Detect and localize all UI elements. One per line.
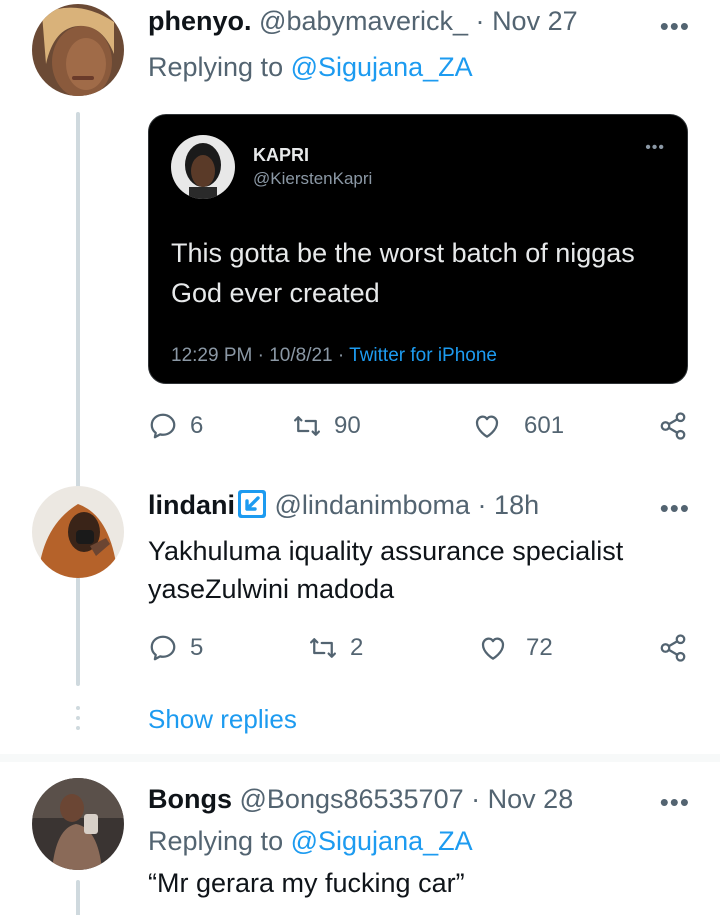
tweet-date[interactable]: Nov 28 [488, 784, 574, 814]
more-options-icon[interactable]: ••• [660, 789, 690, 815]
embedded-handle: @KierstenKapri [253, 169, 373, 188]
tweet-date[interactable]: Nov 27 [492, 6, 578, 36]
tweet-text: “Mr gerara my fucking car” [148, 868, 465, 898]
tweet-actions: 5 2 72 [148, 630, 693, 666]
share-button[interactable] [658, 408, 688, 444]
reply-button[interactable]: 5 [148, 630, 203, 666]
share-button[interactable] [658, 630, 688, 666]
user-handle[interactable]: @babymaverick_ [259, 6, 468, 36]
tweet-date[interactable]: 18h [494, 490, 539, 520]
tweet-phenyo[interactable]: phenyo. @babymaverick_ · Nov 27 ••• Repl… [0, 0, 720, 686]
thread-dots [76, 706, 80, 736]
user-handle[interactable]: @lindanimboma [275, 490, 471, 520]
replying-to-label: Replying to [148, 826, 284, 856]
tweet-bongs[interactable]: Bongs @Bongs86535707 · Nov 28 ••• Replyi… [0, 762, 720, 915]
reply-count: 5 [190, 634, 204, 661]
tweet-text: Yakhuluma iquality assurance specialist … [148, 532, 708, 608]
embedded-more-icon: ••• [645, 139, 665, 156]
reply-mention-link[interactable]: @Sigujana_ZA [291, 826, 473, 856]
show-replies-link[interactable]: Show replies [148, 704, 297, 735]
like-button[interactable]: 72 [478, 630, 553, 666]
reply-count: 6 [190, 412, 204, 439]
tweet-text-line: yaseZulwini madoda [148, 574, 395, 604]
embedded-timestamp: 12:29 PM · 10/8/21 · [171, 345, 350, 366]
display-name[interactable]: lindani [148, 490, 235, 520]
like-count: 72 [526, 634, 553, 661]
like-count: 601 [524, 412, 565, 439]
reply-button[interactable]: 6 [148, 408, 203, 444]
embedded-meta: 12:29 PM · 10/8/21 · Twitter for iPhone [171, 345, 497, 367]
like-button[interactable]: 601 [472, 408, 564, 444]
tweet-header: phenyo. @babymaverick_ · Nov 27 [148, 4, 578, 38]
embedded-tweet-image[interactable]: KAPRI @KierstenKapri ••• This gotta be t… [148, 114, 688, 384]
replying-to: Replying to @Sigujana_ZA [148, 824, 473, 858]
avatar[interactable] [32, 486, 124, 578]
avatar[interactable] [32, 4, 124, 96]
heart-icon [475, 415, 499, 438]
separator-dot: · [471, 784, 481, 814]
reply-icon [150, 413, 176, 439]
replying-to: Replying to @Sigujana_ZA [148, 50, 473, 84]
more-options-icon[interactable]: ••• [660, 13, 690, 39]
section-divider [0, 754, 720, 762]
avatar[interactable] [32, 778, 124, 870]
reply-mention-link[interactable]: @Sigujana_ZA [291, 52, 473, 82]
embedded-avatar [171, 135, 235, 199]
embedded-source: Twitter for iPhone [349, 345, 497, 366]
retweet-icon [310, 638, 336, 658]
embedded-display-name: KAPRI [253, 145, 310, 165]
share-icon [660, 634, 686, 662]
retweet-icon [294, 416, 320, 436]
verified-badge-icon [238, 490, 266, 518]
user-handle[interactable]: @Bongs86535707 [240, 784, 464, 814]
retweet-button[interactable]: 2 [308, 630, 363, 666]
heart-icon [481, 637, 505, 660]
reply-icon [150, 635, 176, 661]
tweet-actions: 6 90 601 [148, 408, 693, 444]
replying-to-label: Replying to [148, 52, 284, 82]
display-name[interactable]: Bongs [148, 784, 232, 814]
retweet-button[interactable]: 90 [292, 408, 361, 444]
separator-dot: · [477, 490, 487, 520]
display-name[interactable]: phenyo. [148, 6, 252, 36]
retweet-count: 90 [334, 412, 361, 439]
thread-line [76, 880, 80, 915]
retweet-count: 2 [350, 634, 364, 661]
tweet-header: Bongs @Bongs86535707 · Nov 28 [148, 782, 573, 816]
more-options-icon[interactable]: ••• [660, 495, 690, 521]
embedded-tweet-text: This gotta be the worst batch of niggas … [171, 238, 635, 308]
share-icon [660, 412, 686, 440]
tweet-header: lindani @lindanimboma · 18h [148, 488, 539, 522]
separator-dot: · [475, 6, 485, 36]
tweet-text-line: Yakhuluma iquality assurance specialist [148, 536, 624, 566]
tweet-lindani[interactable]: lindani @lindanimboma · 18h ••• Yakhulum… [0, 480, 720, 700]
